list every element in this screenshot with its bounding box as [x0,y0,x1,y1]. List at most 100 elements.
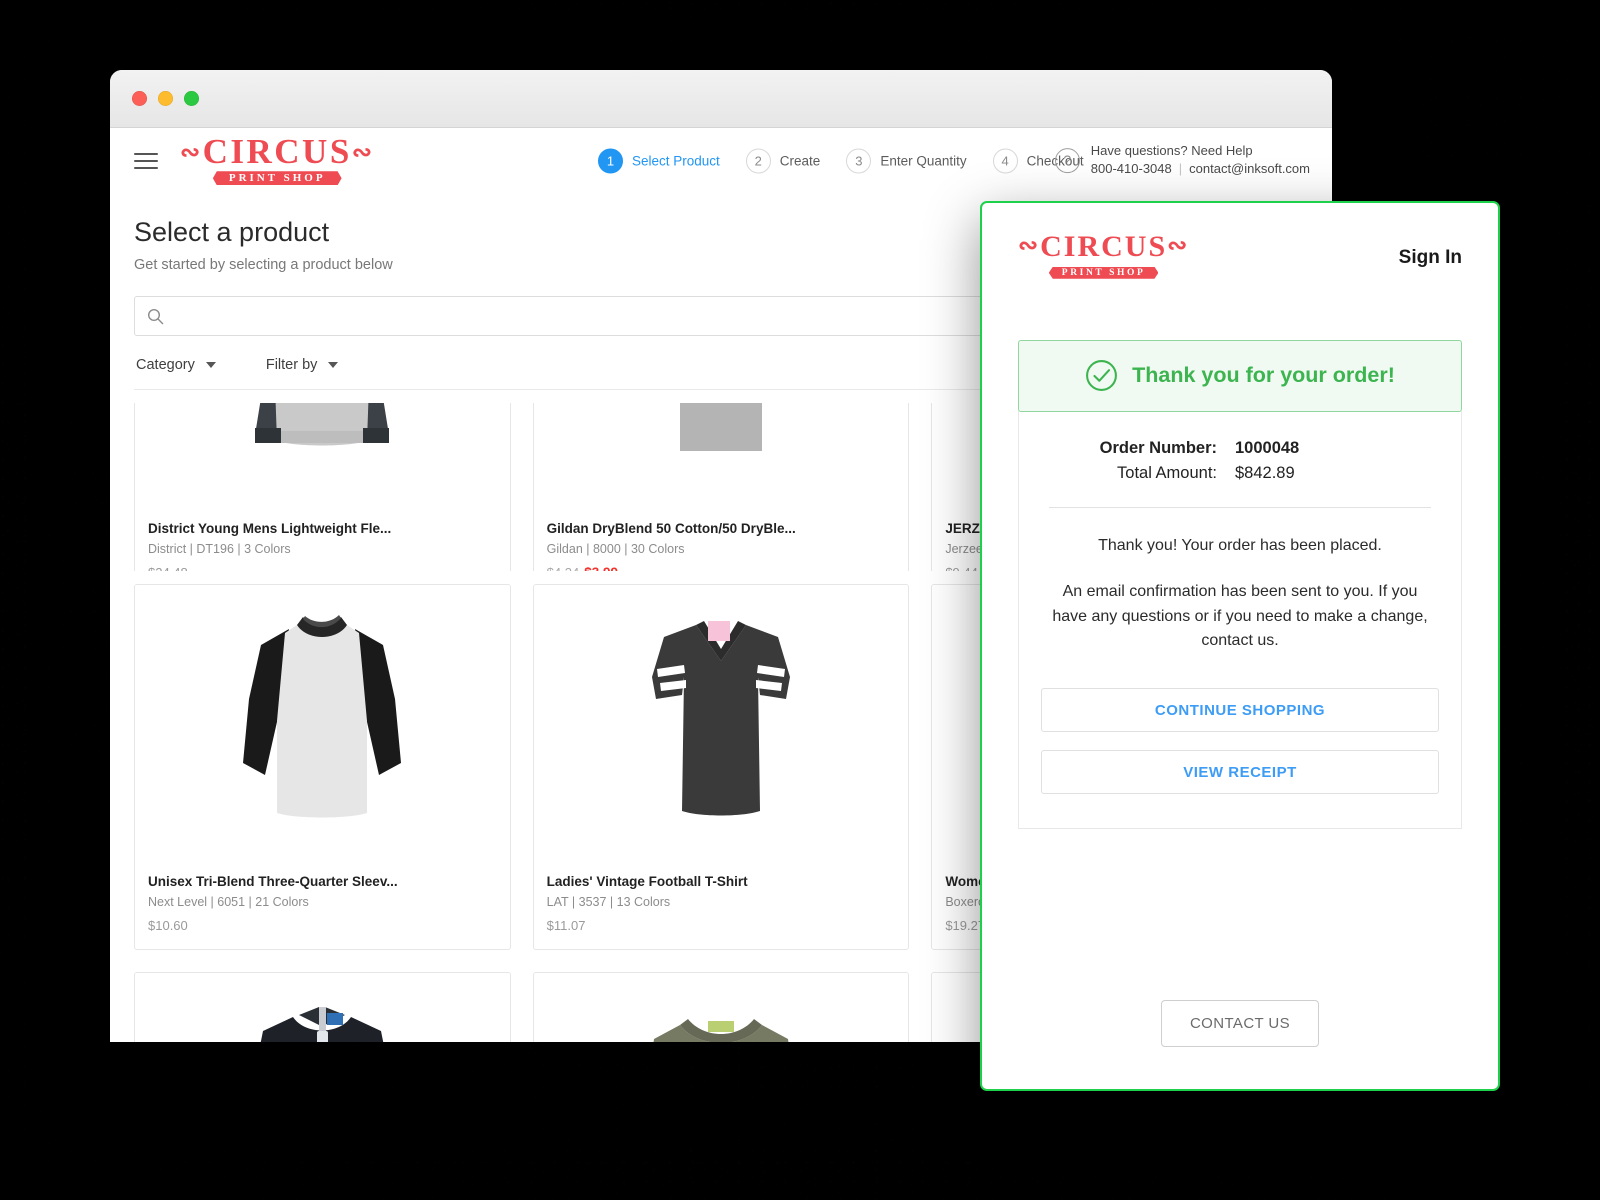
help-section: ? Have questions? Need Help 800-410-3048… [1054,142,1310,180]
step-select-product[interactable]: 1 Select Product [598,148,720,173]
order-details-box: Order Number: 1000048 Total Amount: $842… [1018,410,1462,830]
logo-flourish-right: ∾ [351,139,375,166]
product-image [135,585,510,861]
step-2-number: 2 [745,148,771,173]
question-mark-icon[interactable]: ? [1054,148,1080,173]
product-card[interactable]: Ladies' Vintage Football T-Shirt LAT | 3… [532,584,910,950]
product-image [533,973,909,1042]
contact-us-wrapper: CONTACT US [1018,1000,1462,1089]
logo-text: CIRCUS [202,131,352,171]
product-price: $4.34 $3.99 [547,565,896,571]
checkout-steps: 1 Select Product 2 Create 3 Enter Quanti… [598,148,1084,173]
divider [1049,506,1431,508]
help-phone[interactable]: 800-410-3048 [1091,162,1172,177]
olive-wide-neck-sweatshirt-icon [653,1019,789,1042]
sign-in-button[interactable]: Sign In [1399,247,1462,269]
step-create[interactable]: 2 Create [745,148,821,173]
step-1-number: 1 [598,148,623,173]
search-icon [147,308,164,324]
modal-logo-text: CIRCUS [1040,230,1168,263]
success-banner-text: Thank you for your order! [1132,363,1395,388]
product-name: Ladies' Vintage Football T-Shirt [546,874,748,889]
modal-logo[interactable]: ∾CIRCUS∾ PRINT SHOP [1018,230,1190,280]
help-heading: Have questions? Need Help [1090,142,1253,158]
modal-logo-wordmark: ∾CIRCUS∾ [1018,230,1190,263]
order-number-label: Order Number: [1099,438,1217,457]
app-header: ∾CIRCUS∾ PRINT SHOP 1 Select Product 2 C… [110,128,1332,193]
product-card[interactable] [532,972,910,1042]
maximize-window-button[interactable] [184,91,199,106]
product-name: District Young Mens Lightweight Fle... [148,521,392,536]
total-amount-row: Total Amount: $842.89 [1075,464,1405,483]
order-number-value: 1000048 [1235,438,1300,457]
filter-by-dropdown-label: Filter by [265,357,318,373]
contact-us-button[interactable]: CONTACT US [1160,1000,1320,1047]
product-image [533,585,909,861]
help-separator: | [1178,161,1183,177]
product-price: $11.07 [546,918,586,933]
step-enter-quantity[interactable]: 3 Enter Quantity [846,148,967,173]
product-price-sale: $3.99 [584,565,618,571]
step-4-number: 4 [992,148,1018,173]
step-3-number: 3 [846,148,872,173]
success-banner: Thank you for your order! [1018,339,1462,412]
product-price: $24.48 [148,565,497,571]
product-info: Unisex Tri-Blend Three-Quarter Sleev... … [135,861,510,949]
order-number-row: Order Number: 1000048 [1075,439,1405,458]
category-dropdown[interactable]: Category [134,353,226,377]
product-price-original: $4.34 [547,565,580,571]
step-3-label: Enter Quantity [880,153,967,168]
logo-ribbon: PRINT SHOP [213,171,342,185]
product-image [533,403,909,508]
product-meta: LAT | 3537 | 13 Colors [546,895,671,909]
help-email[interactable]: contact@inksoft.com [1189,162,1310,177]
product-card[interactable]: Unisex Tri-Blend Three-Quarter Sleev... … [134,584,511,950]
order-placed-message: Thank you! Your order has been placed. [1098,536,1382,554]
product-meta: District | DT196 | 3 Colors [148,542,291,556]
window-titlebar [110,70,1332,128]
view-receipt-button[interactable]: VIEW RECEIPT [1041,750,1439,795]
modal-header: ∾CIRCUS∾ PRINT SHOP Sign In [1018,230,1462,280]
total-amount-value: $842.89 [1235,463,1295,482]
hamburger-menu-icon[interactable] [134,148,158,174]
product-card[interactable]: Gildan DryBlend 50 Cotton/50 DryBle... G… [532,403,910,571]
check-circle-icon [1086,360,1118,392]
category-dropdown-label: Category [136,357,195,373]
step-1-label: Select Product [632,153,720,168]
product-info: Gildan DryBlend 50 Cotton/50 DryBle... G… [534,508,909,571]
product-info: District Young Mens Lightweight Fle... D… [135,508,510,571]
chevron-down-icon [328,362,339,368]
total-amount-label: Total Amount: [1117,463,1217,482]
logo-flourish-left: ∾ [180,139,203,166]
product-info: Ladies' Vintage Football T-Shirt LAT | 3… [534,861,909,949]
continue-shopping-button[interactable]: CONTINUE SHOPPING [1041,688,1439,733]
grey-tshirt-flat-icon [679,403,762,451]
raglan-baseball-tee-white-black-icon [243,615,402,818]
product-image [135,403,510,508]
black-sherpa-quarter-zip-icon [261,1007,384,1042]
step-2-label: Create [779,153,821,168]
chevron-down-icon [205,362,216,368]
filter-by-dropdown[interactable]: Filter by [264,353,349,377]
logo-wordmark: ∾CIRCUS∾ [180,131,375,171]
product-name: Gildan DryBlend 50 Cotton/50 DryBle... [546,521,796,536]
order-confirmation-modal: ∾CIRCUS∾ PRINT SHOP Sign In Thank you fo… [980,201,1500,1091]
order-summary: Order Number: 1000048 Total Amount: $842… [1041,439,1439,483]
product-meta: Gildan | 8000 | 30 Colors [546,542,685,556]
product-image [135,973,510,1042]
help-contact-line: 800-410-3048 | contact@inksoft.com [1091,161,1310,180]
site-logo[interactable]: ∾CIRCUS∾ PRINT SHOP [180,131,375,187]
logo-flourish-left: ∾ [1018,233,1041,259]
modal-logo-ribbon: PRINT SHOP [1049,267,1159,279]
product-name: Unisex Tri-Blend Three-Quarter Sleev... [148,874,398,889]
email-confirmation-message: An email confirmation has been sent to y… [1052,582,1428,650]
ladies-football-tee-charcoal-icon [651,621,790,816]
close-window-button[interactable] [132,91,147,106]
product-card[interactable] [134,972,511,1042]
logo-flourish-right: ∾ [1167,233,1190,259]
product-card[interactable]: District Young Mens Lightweight Fle... D… [134,403,511,571]
minimize-window-button[interactable] [158,91,173,106]
product-price: $10.60 [148,918,188,933]
product-meta: Next Level | 6051 | 21 Colors [148,895,309,909]
sweatshirt-raglan-dark-sleeves-icon [255,403,390,446]
